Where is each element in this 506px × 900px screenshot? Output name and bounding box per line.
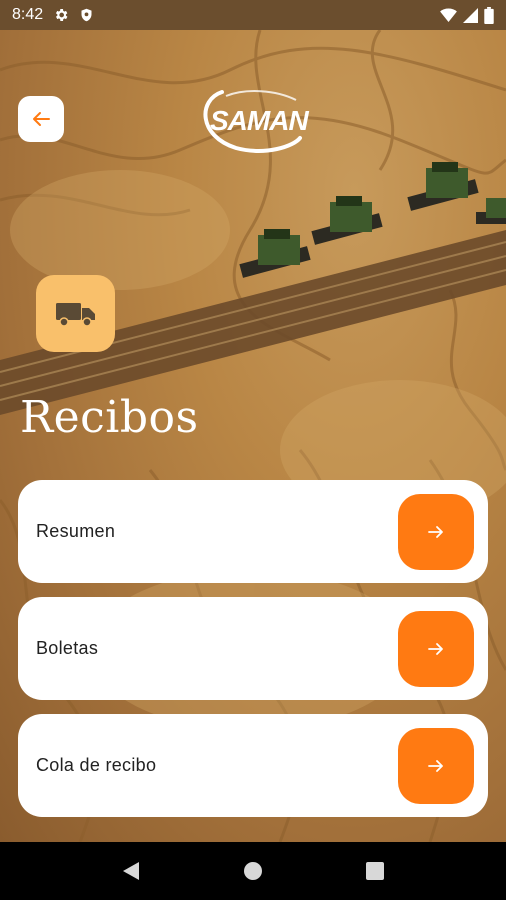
wifi-icon [440, 8, 457, 22]
battery-icon [484, 6, 494, 24]
menu-item-label: Resumen [36, 521, 116, 541]
resumen-arrow-button[interactable] [398, 494, 474, 570]
page-title: Recibos [20, 392, 199, 443]
arrow-left-icon [33, 112, 50, 126]
truck-badge [36, 275, 115, 352]
menu-item-boletas[interactable]: Boletas [18, 597, 488, 700]
back-button[interactable] [18, 96, 64, 142]
back-triangle-icon[interactable] [122, 861, 140, 881]
status-left: 8:42 [12, 6, 94, 24]
menu-item-cola-de-recibo[interactable]: Cola de recibo [18, 714, 488, 817]
boletas-arrow-button[interactable] [398, 611, 474, 687]
recents-square-icon[interactable] [366, 862, 385, 880]
logo-text: SAMAN [210, 105, 309, 136]
status-time: 8:42 [12, 6, 44, 23]
signal-icon [463, 7, 478, 23]
saman-logo: SAMAN [196, 86, 316, 154]
menu-item-resumen[interactable]: Resumen [18, 480, 488, 583]
arrow-right-icon [428, 643, 443, 655]
arrow-right-icon [428, 760, 443, 772]
truck-icon [55, 302, 95, 327]
arrow-right-icon [428, 526, 443, 538]
home-circle-icon[interactable] [243, 861, 263, 881]
menu-item-label: Cola de recibo [36, 755, 157, 775]
status-bar: 8:42 [0, 0, 506, 30]
menu-item-label: Boletas [36, 638, 99, 658]
status-right [440, 6, 494, 24]
system-nav-bar [0, 842, 506, 900]
gear-icon [56, 9, 68, 21]
cola-de-recibo-arrow-button[interactable] [398, 728, 474, 804]
shield-icon [81, 8, 92, 22]
